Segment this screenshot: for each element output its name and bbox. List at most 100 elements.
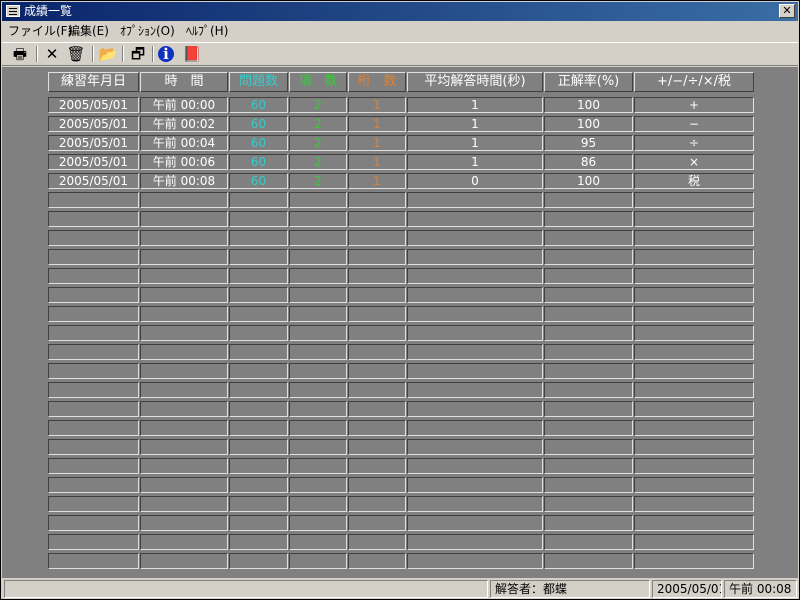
table-cell	[348, 287, 406, 303]
table-cell	[348, 306, 406, 322]
menu-file[interactable]: ファイル(F)	[8, 23, 72, 39]
table-cell	[544, 439, 633, 455]
table-cell	[544, 496, 633, 512]
table-cell	[229, 344, 288, 360]
menu-help[interactable]: ﾍﾙﾌﾟ(H)	[186, 23, 228, 39]
table-cell	[289, 382, 347, 398]
table-cell: +	[634, 97, 754, 113]
column-header-1[interactable]: 練習年月日	[48, 72, 139, 92]
table-cell	[289, 420, 347, 436]
table-cell	[544, 477, 633, 493]
table-cell: 午前 00:00	[140, 97, 228, 113]
table-cell: 1	[407, 97, 543, 113]
table-cell	[407, 325, 543, 341]
book-icon[interactable]: 📕	[182, 45, 202, 63]
table-cell	[229, 192, 288, 208]
export-icon[interactable]: 📂	[98, 45, 118, 63]
table-cell	[544, 306, 633, 322]
table-cell	[140, 249, 228, 265]
title-bar[interactable]: 成績一覧 ✕	[2, 2, 798, 21]
info-icon[interactable]: ℹ	[158, 46, 174, 62]
table-cell	[289, 249, 347, 265]
table-cell: 60	[229, 135, 288, 151]
table-cell: 2	[289, 173, 347, 189]
table-cell	[140, 268, 228, 284]
table-cell	[348, 515, 406, 531]
menu-edit[interactable]: 編集(E)	[68, 23, 109, 39]
table-cell	[48, 401, 139, 417]
column-header-8[interactable]: +/−/÷/×/税	[634, 72, 754, 92]
table-cell: 2005/05/01	[48, 135, 139, 151]
table-cell	[634, 287, 754, 303]
column-header-2[interactable]: 時 間	[140, 72, 228, 92]
table-cell	[229, 325, 288, 341]
table-cell	[229, 420, 288, 436]
table-cell	[229, 496, 288, 512]
table-cell	[348, 325, 406, 341]
table-cell	[544, 363, 633, 379]
table-cell	[407, 382, 543, 398]
table-cell	[289, 344, 347, 360]
table-cell	[634, 211, 754, 227]
table-cell	[407, 268, 543, 284]
table-cell: 午前 00:02	[140, 116, 228, 132]
table-cell	[348, 382, 406, 398]
table-cell	[348, 363, 406, 379]
table-cell	[229, 287, 288, 303]
delete-icon[interactable]: ✕	[42, 45, 62, 63]
window-title: 成績一覧	[24, 4, 73, 18]
status-panel-message	[4, 580, 488, 598]
status-bar: 解答者：都蝶 2005/05/01 午前 00:08	[2, 579, 798, 599]
column-header-3[interactable]: 問題数	[229, 72, 288, 92]
toolbar: 🖶 ✕ 🗑 📂 🗗 ℹ 📕	[2, 42, 798, 66]
status-answerer: 解答者：都蝶	[490, 580, 650, 598]
column-header-5[interactable]: 桁 数	[348, 72, 406, 92]
table-cell	[407, 477, 543, 493]
table-cell	[48, 230, 139, 246]
table-cell	[348, 211, 406, 227]
table-cell: 60	[229, 173, 288, 189]
table-cell	[48, 534, 139, 550]
menu-options[interactable]: ｵﾌﾟｼｮﾝ(O)	[120, 23, 175, 39]
trash-icon[interactable]: 🗑	[66, 45, 86, 63]
table-cell: 1	[407, 135, 543, 151]
table-cell	[48, 420, 139, 436]
table-cell	[48, 287, 139, 303]
results-table: 練習年月日時 間問題数項 数桁 数平均解答時間(秒) 正解率(%) +/−/÷/×/…	[2, 67, 798, 578]
table-cell	[544, 230, 633, 246]
status-time: 午前 00:08	[724, 580, 797, 598]
table-cell	[348, 268, 406, 284]
table-cell	[544, 249, 633, 265]
table-cell: 2005/05/01	[48, 116, 139, 132]
column-header-4[interactable]: 項 数	[289, 72, 347, 92]
column-header-6[interactable]: 平均解答時間(秒)	[407, 72, 543, 92]
table-cell: 1	[348, 116, 406, 132]
table-cell	[407, 363, 543, 379]
table-cell	[348, 553, 406, 569]
table-cell	[289, 458, 347, 474]
column-header-7[interactable]: 正解率(%)	[544, 72, 633, 92]
table-cell	[140, 287, 228, 303]
table-cell	[544, 553, 633, 569]
table-cell	[348, 230, 406, 246]
table-cell	[140, 477, 228, 493]
table-cell	[634, 306, 754, 322]
table-cell	[289, 363, 347, 379]
main-window: 成績一覧 ✕ ファイル(F) 編集(E) ｵﾌﾟｼｮﾝ(O) ﾍﾙﾌﾟ(H) 🖶…	[0, 0, 800, 600]
table-cell: 95	[544, 135, 633, 151]
properties-icon[interactable]: 🗗	[128, 45, 148, 63]
print-icon[interactable]: 🖶	[10, 45, 30, 63]
table-cell	[229, 306, 288, 322]
table-cell	[407, 192, 543, 208]
toolbar-separator	[152, 46, 154, 62]
table-cell	[407, 230, 543, 246]
table-cell	[289, 553, 347, 569]
table-cell	[348, 420, 406, 436]
table-cell: ÷	[634, 135, 754, 151]
toolbar-separator	[36, 46, 38, 62]
table-cell	[348, 458, 406, 474]
table-cell	[48, 477, 139, 493]
table-cell: 1	[348, 97, 406, 113]
table-cell	[634, 534, 754, 550]
close-button[interactable]: ✕	[779, 4, 795, 18]
